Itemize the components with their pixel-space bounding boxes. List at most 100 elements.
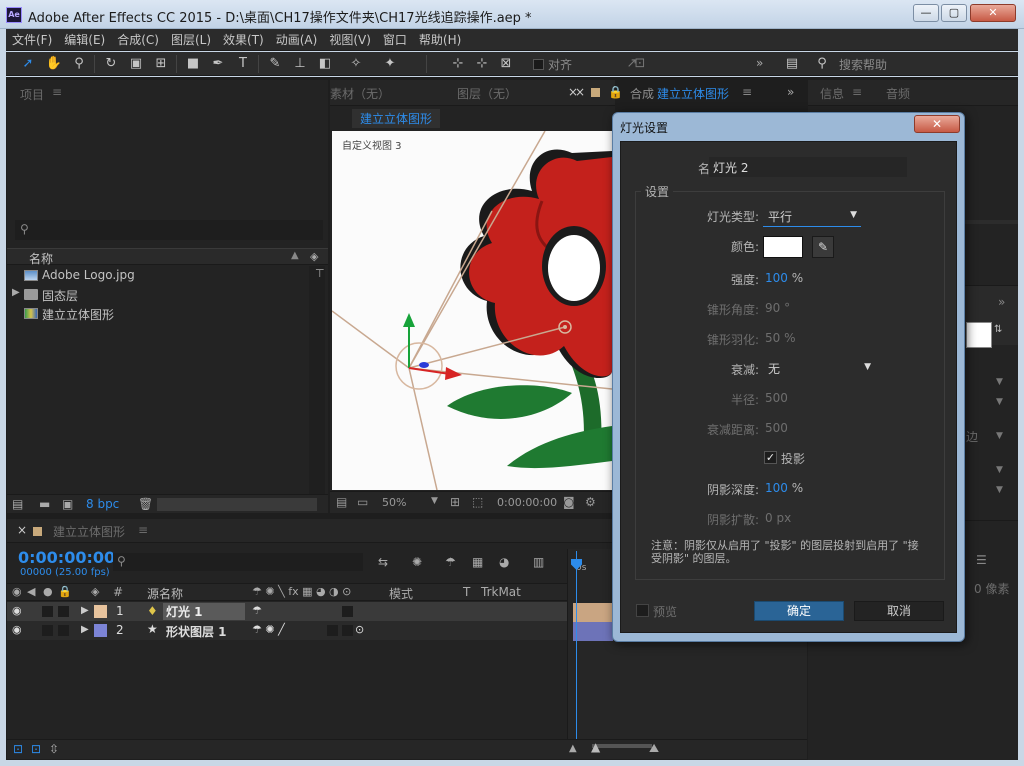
- chevron-down-icon[interactable]: ▼: [996, 377, 1003, 387]
- close-comp-tab-icon[interactable]: ×: [568, 85, 578, 99]
- timeline-search-input[interactable]: ⚲: [113, 553, 363, 571]
- layer-label-color[interactable]: [94, 605, 107, 618]
- hand-tool-icon[interactable]: ✋: [44, 55, 64, 73]
- panel-overflow-icon[interactable]: »: [787, 85, 794, 99]
- 3d-cube-icon[interactable]: ⊙: [355, 623, 364, 636]
- swap-colors-icon[interactable]: ⇅: [994, 324, 1002, 335]
- always-preview-icon[interactable]: ▤: [336, 495, 347, 509]
- expand-arrow-icon[interactable]: ▶: [12, 287, 20, 298]
- project-item[interactable]: Adobe Logo.jpg: [7, 266, 307, 285]
- delete-trash-icon[interactable]: 🗑: [138, 497, 153, 511]
- sort-up-icon[interactable]: ▲: [291, 250, 299, 261]
- eyedropper-icon[interactable]: ✎: [812, 236, 834, 258]
- minimize-button[interactable]: —: [913, 4, 939, 22]
- zoom-level-dropdown[interactable]: 50%: [382, 496, 406, 509]
- label-tag-icon[interactable]: ◈: [91, 585, 99, 598]
- lock-icon[interactable]: 🔒: [58, 585, 72, 598]
- project-horizontal-scrollbar[interactable]: [157, 498, 317, 511]
- foreground-color-swatch[interactable]: [966, 322, 992, 348]
- project-scrollbar[interactable]: [309, 266, 325, 494]
- zoom-out-icon[interactable]: ▲: [569, 743, 577, 754]
- lock-toggle[interactable]: [58, 625, 69, 636]
- tab-info[interactable]: 信息: [820, 85, 844, 102]
- panel-menu-icon[interactable]: ≡: [852, 85, 862, 99]
- shadow-darkness-field[interactable]: 100 %: [765, 481, 803, 495]
- label-tag-icon[interactable]: ◈: [310, 250, 318, 263]
- menu-file[interactable]: 文件(F): [6, 31, 58, 48]
- layer-switches-toggle-icon[interactable]: ⊡: [13, 742, 23, 756]
- shy-switch-icon[interactable]: ☂: [252, 604, 262, 617]
- casts-shadows-label[interactable]: 投影: [781, 450, 805, 467]
- chevron-down-icon[interactable]: ▼: [996, 397, 1003, 407]
- timeline-comp-tab[interactable]: 建立立体图形: [53, 523, 125, 540]
- 3d-layer-toggle[interactable]: [342, 625, 353, 636]
- solo-toggle[interactable]: [42, 625, 53, 636]
- maximize-button[interactable]: ▢: [941, 4, 967, 22]
- puppet-pin-tool-icon[interactable]: ✦: [380, 55, 400, 73]
- search-icon[interactable]: ⚲: [812, 55, 832, 73]
- region-of-interest-icon[interactable]: ⬚: [472, 495, 483, 509]
- brush-tool-icon[interactable]: ✎: [265, 55, 285, 73]
- transfer-controls-toggle-icon[interactable]: ⊡: [31, 742, 41, 756]
- shadow-darkness-value[interactable]: 100: [765, 481, 788, 495]
- snapping-checkbox[interactable]: [533, 59, 544, 70]
- pen-tool-icon[interactable]: ✒: [208, 55, 228, 73]
- panel-menu-icon[interactable]: ≡: [138, 523, 148, 537]
- menu-help[interactable]: 帮助(H): [413, 31, 467, 48]
- comp-breadcrumb[interactable]: 建立立体图形: [352, 109, 441, 128]
- active-comp-tab-label[interactable]: 建立立体图形: [657, 85, 729, 102]
- draft-3d-icon[interactable]: ✺: [412, 555, 422, 569]
- visibility-eye-icon[interactable]: ◉: [12, 623, 22, 636]
- expand-arrow-icon[interactable]: ▶: [81, 605, 89, 616]
- intensity-value[interactable]: 100: [765, 271, 788, 285]
- source-name-header[interactable]: 源名称: [147, 585, 183, 602]
- preview-checkbox[interactable]: [636, 604, 649, 617]
- solo-toggle[interactable]: [42, 606, 53, 617]
- layer-label-color[interactable]: [94, 624, 107, 637]
- visibility-eye-icon[interactable]: ◉: [12, 604, 22, 617]
- expand-arrow-icon[interactable]: ▶: [81, 624, 89, 635]
- menu-effect[interactable]: 效果(T): [217, 31, 270, 48]
- roto-brush-tool-icon[interactable]: ✧: [346, 55, 366, 73]
- interpret-footage-icon[interactable]: ▤: [12, 497, 23, 511]
- new-folder-icon[interactable]: ▬: [39, 497, 50, 511]
- workspace-icon[interactable]: ▤: [782, 55, 802, 73]
- rotate-tool-icon[interactable]: ↻: [101, 55, 121, 73]
- column-name-header[interactable]: 名称: [29, 250, 53, 267]
- toolbar-overflow-icon[interactable]: »: [756, 56, 763, 70]
- rectangle-tool-icon[interactable]: ■: [183, 55, 203, 73]
- type-tool-icon[interactable]: T: [233, 55, 253, 73]
- tab-layer[interactable]: 图层（无）: [457, 85, 517, 102]
- light-layer-bar[interactable]: [573, 603, 613, 622]
- view-axis-mode-icon[interactable]: ⊠: [496, 55, 516, 73]
- menu-animation[interactable]: 动画(A): [270, 31, 324, 48]
- resolution-icon[interactable]: ⊞: [450, 495, 460, 509]
- composition-canvas[interactable]: 自定义视图 3: [332, 131, 612, 490]
- chevron-down-icon[interactable]: ▼: [996, 465, 1003, 475]
- menu-window[interactable]: 窗口: [377, 31, 413, 48]
- menu-composition[interactable]: 合成(C): [111, 31, 165, 48]
- shy-switch-icon[interactable]: ☂ ✺ ╱: [252, 623, 285, 636]
- ok-button[interactable]: 确定: [754, 601, 844, 621]
- dialog-close-button[interactable]: ✕: [914, 115, 960, 133]
- timeline-layer-row[interactable]: ◉ ▶ 1 ♦ 灯光 1 ☂: [7, 602, 567, 621]
- in-out-toggle-icon[interactable]: ⇳: [49, 742, 59, 756]
- shape-layer-bar[interactable]: [573, 622, 613, 641]
- panel-menu-icon[interactable]: ≡: [52, 85, 62, 99]
- zoom-in-icon[interactable]: ⛰: [649, 741, 659, 756]
- casts-shadows-checkbox[interactable]: ✓: [764, 451, 777, 464]
- tab-footage[interactable]: 素材（无）: [330, 85, 390, 102]
- frame-blending-icon[interactable]: ▦: [472, 555, 483, 569]
- playhead[interactable]: [576, 551, 577, 759]
- panel-menu-icon[interactable]: ≡: [742, 85, 752, 99]
- snap-grid-icon[interactable]: ⊡: [630, 55, 650, 73]
- viewer-timecode[interactable]: 0:00:00:00: [497, 496, 557, 509]
- world-axis-mode-icon[interactable]: ⊹: [472, 55, 492, 73]
- adjustment-toggle[interactable]: [327, 625, 338, 636]
- snapshot-camera-icon[interactable]: ◙: [563, 495, 575, 509]
- project-search-input[interactable]: ⚲: [15, 220, 323, 240]
- timeline-current-time[interactable]: 0:00:00:00: [18, 548, 115, 567]
- cancel-button[interactable]: 取消: [854, 601, 944, 621]
- clone-stamp-tool-icon[interactable]: ⊥: [290, 55, 310, 73]
- comp-mini-flowchart-icon[interactable]: ⇆: [378, 555, 388, 569]
